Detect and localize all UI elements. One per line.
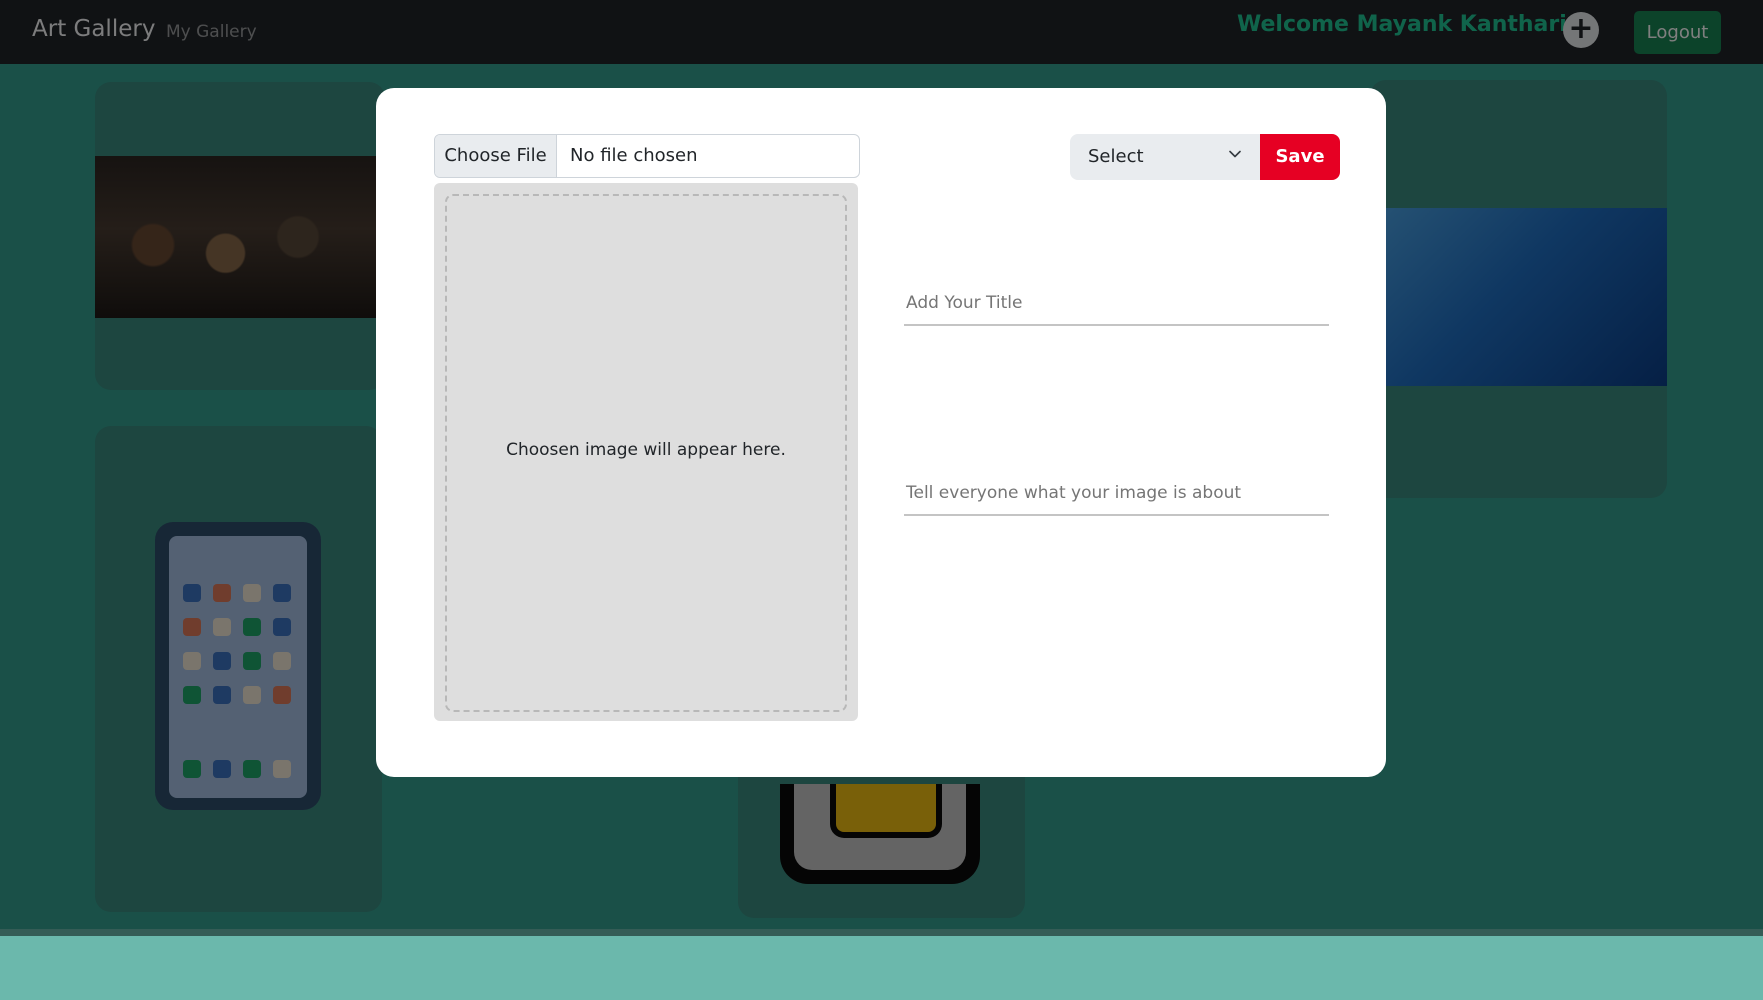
file-status: No file chosen [570,145,698,166]
board-select[interactable]: Select [1070,134,1260,180]
image-preview[interactable]: Choosen image will appear here. [434,183,858,721]
description-placeholder: Tell everyone what your image is about [906,483,1242,503]
description-input[interactable]: Tell everyone what your image is about [904,472,1329,516]
upload-modal: Choose File No file chosen Choosen image… [376,88,1386,777]
select-value: Select [1088,146,1144,167]
preview-placeholder-text: Choosen image will appear here. [506,440,786,460]
dropzone[interactable]: Choosen image will appear here. [445,194,847,712]
choose-file-button[interactable]: Choose File [435,135,557,177]
title-placeholder: Add Your Title [906,293,1023,313]
title-input[interactable]: Add Your Title [904,282,1329,326]
chevron-down-icon [1229,150,1241,158]
file-input[interactable]: Choose File No file chosen [434,134,860,178]
page-footer [0,929,1763,1000]
save-button[interactable]: Save [1260,134,1340,180]
